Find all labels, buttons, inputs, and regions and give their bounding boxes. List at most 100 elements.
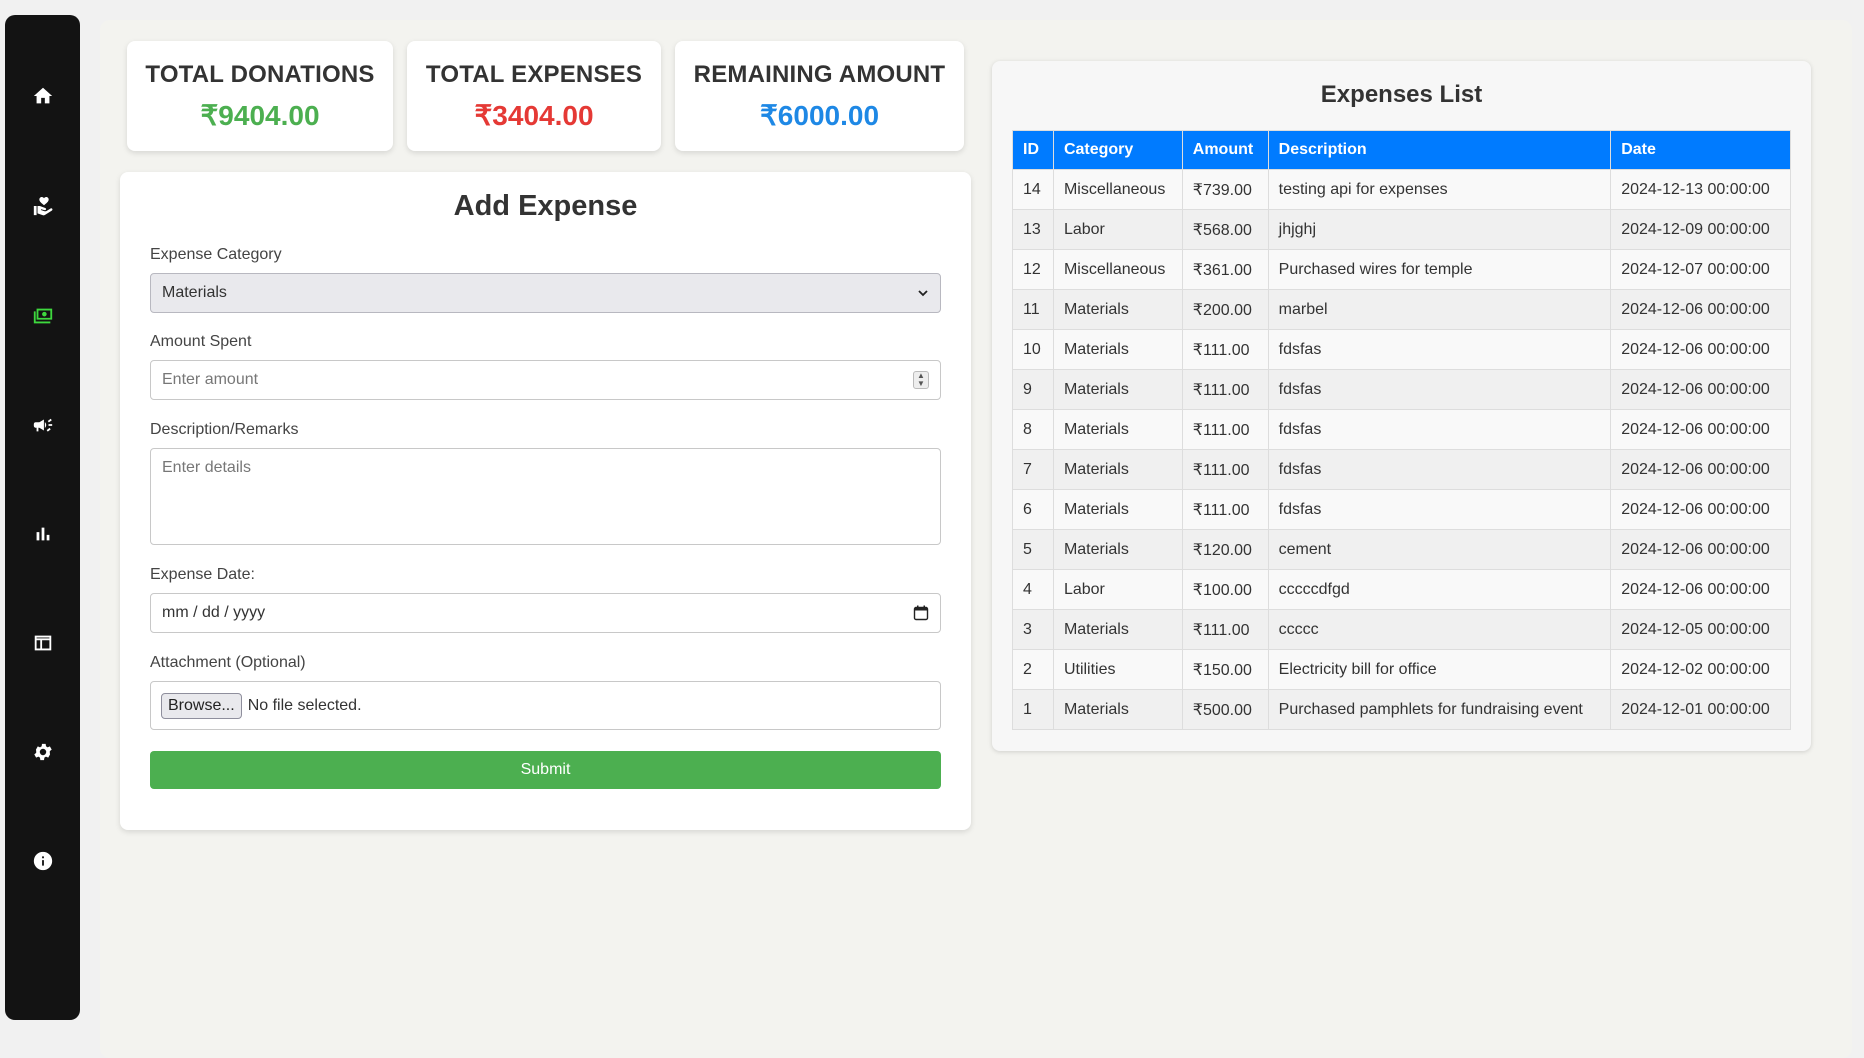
nav-info[interactable] [5,836,80,886]
cell-id: 9 [1012,369,1054,410]
expenses-table: ID Category Amount Description Date 14 Mi… [1012,130,1791,730]
remaining-amount-label: REMAINING AMOUNT [693,60,946,88]
table-row: 13 Labor ₹568.00 jhjghj 2024-12-09 00:00:00 [1012,209,1791,250]
cell-description: fdsfas [1267,409,1612,450]
table-row: 3 Materials ₹111.00 ccccc 2024-12-05 00:00:0… [1012,609,1791,650]
cell-date: 2024-12-06 00:00:00 [1610,489,1791,530]
cell-date: 2024-12-06 00:00:00 [1610,449,1791,490]
category-select[interactable]: Materials [150,273,941,313]
table-row: 5 Materials ₹120.00 cement 2024-12-06 00:00:… [1012,529,1791,570]
cell-date: 2024-12-06 00:00:00 [1610,289,1791,330]
number-spinner[interactable]: ▲ ▼ [913,371,929,389]
table-row: 7 Materials ₹111.00 fdsfas 2024-12-06 00:00:… [1012,449,1791,490]
attachment-label: Attachment (Optional) [150,654,306,671]
cell-amount: ₹200.00 [1181,289,1269,330]
nav-home[interactable] [5,71,80,121]
cell-date: 2024-12-06 00:00:00 [1610,329,1791,370]
table-row: 9 Materials ₹111.00 fdsfas 2024-12-06 00:00:… [1012,369,1791,410]
cell-description: Purchased wires for temple [1267,249,1612,290]
cell-category: Labor [1052,569,1183,610]
add-expense-form: Add Expense Expense Category Materials A… [120,172,971,830]
expenses-list-title: Expenses List [1320,81,1483,108]
cell-category: Miscellaneous [1052,169,1183,210]
remaining-amount-value: ₹6000.00 [759,99,880,131]
remaining-amount-card: REMAINING AMOUNT ₹6000.00 [675,41,964,151]
cell-description: cement [1267,529,1612,570]
nav-campaigns[interactable] [5,400,80,450]
amount-input[interactable]: Enter amount ▲ ▼ [150,360,941,400]
cell-amount: ₹500.00 [1181,689,1269,730]
browse-button[interactable]: Browse... [161,692,242,719]
table-row: 14 Miscellaneous ₹739.00 testing api for ex… [1012,169,1791,210]
attachment-input[interactable]: Browse... No file selected. [150,681,941,730]
cell-date: 2024-12-06 00:00:00 [1610,369,1791,410]
cell-id: 11 [1012,289,1054,330]
nav-expenses[interactable] [5,291,80,341]
nav-donations[interactable] [5,181,80,231]
date-label: Expense Date: [150,566,255,583]
total-donations-label: TOTAL DONATIONS [145,60,375,88]
expenses-icon [33,308,52,324]
cell-date: 2024-12-09 00:00:00 [1610,209,1791,250]
cell-id: 2 [1012,649,1054,690]
description-label: Description/Remarks [150,421,299,438]
cell-description: jhjghj [1267,209,1612,250]
category-value: Materials [162,284,227,301]
cell-id: 7 [1012,449,1054,490]
column-header-category: Category [1052,130,1183,170]
cell-category: Materials [1052,529,1183,570]
cell-description: fdsfas [1267,449,1612,490]
cell-description: marbel [1267,289,1612,330]
cell-category: Miscellaneous [1052,249,1183,290]
cell-id: 3 [1012,609,1054,650]
column-header-amount: Amount [1181,130,1269,170]
cell-id: 14 [1012,169,1054,210]
cell-id: 4 [1012,569,1054,610]
info-icon [33,851,52,871]
nav-tables[interactable] [5,618,80,668]
total-expenses-value: ₹3404.00 [474,99,594,131]
cell-amount: ₹111.00 [1181,489,1269,530]
cell-id: 6 [1012,489,1054,530]
spinner-down-icon: ▼ [917,379,925,388]
form-title: Add Expense [453,190,638,222]
calendar-icon[interactable] [913,605,929,621]
nav-settings[interactable] [5,727,80,777]
table-row: 6 Materials ₹111.00 fdsfas 2024-12-06 00:00:… [1012,489,1791,530]
cell-date: 2024-12-13 00:00:00 [1610,169,1791,210]
table-row: 11 Materials ₹200.00 marbel 2024-12-06 00:00… [1012,289,1791,330]
cell-date: 2024-12-05 00:00:00 [1610,609,1791,650]
campaign-icon [33,418,52,432]
cell-description: ccccc [1267,609,1612,650]
reports-icon [36,527,49,541]
total-donations-card: TOTAL DONATIONS ₹9404.00 [127,41,393,151]
cell-category: Labor [1052,209,1183,250]
description-textarea[interactable]: Enter details [150,448,941,545]
submit-button[interactable]: Submit [150,751,941,789]
cell-category: Materials [1052,689,1183,730]
table-body: 14 Miscellaneous ₹739.00 testing api for ex… [1012,169,1791,730]
amount-label: Amount Spent [150,333,252,350]
cell-id: 10 [1012,329,1054,370]
cell-amount: ₹111.00 [1181,329,1269,370]
date-value: mm / dd / yyyy [162,604,266,621]
cell-date: 2024-12-07 00:00:00 [1610,249,1791,290]
cell-category: Materials [1052,369,1183,410]
cell-id: 1 [1012,689,1054,730]
cell-id: 8 [1012,409,1054,450]
nav-reports[interactable] [5,509,80,559]
cell-date: 2024-12-01 00:00:00 [1610,689,1791,730]
date-input[interactable]: mm / dd / yyyy [150,593,941,633]
chevron-down-icon [918,290,928,297]
cell-category: Materials [1052,449,1183,490]
table-row: 2 Utilities ₹150.00 Electricity bill for of… [1012,649,1791,690]
cell-description: Purchased pamphlets for fundraising even… [1267,689,1612,730]
expenses-list-card: Expenses List ID Category Amount Descrip… [992,61,1811,751]
table-row: 4 Labor ₹100.00 cccccdfgd 2024-12-06 00:00:0… [1012,569,1791,610]
cell-amount: ₹361.00 [1181,249,1269,290]
cell-description: fdsfas [1267,489,1612,530]
table-icon [34,635,51,651]
cell-category: Materials [1052,289,1183,330]
cell-description: testing api for expenses [1267,169,1612,210]
cell-description: fdsfas [1267,369,1612,410]
